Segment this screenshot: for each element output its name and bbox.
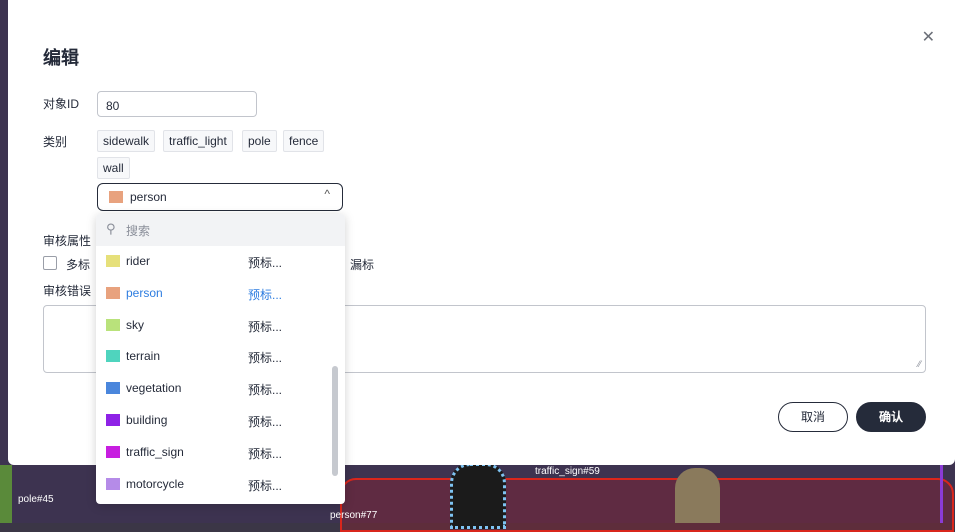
option-label: vegetation [126, 381, 182, 396]
review-attr-label: 审核属性 [43, 234, 92, 248]
search-icon: ⚲ [106, 221, 116, 236]
category-dropdown: ⚲ 搜索 rider 预标... person 预标... sky 预标... terrai… [96, 214, 345, 504]
color-swatch [106, 414, 120, 426]
canvas-label-pole: pole#45 [18, 494, 54, 505]
option-prelabel: 预标... [248, 351, 283, 366]
checkbox[interactable] [43, 256, 57, 270]
dropdown-option[interactable]: vegetation 预标... [96, 373, 331, 403]
canvas-car-region [340, 478, 954, 532]
object-id-label: 对象ID [43, 97, 80, 111]
canvas-person-region [450, 463, 506, 529]
chevron-up-icon: ^ [324, 187, 330, 201]
color-swatch [106, 382, 120, 395]
category-label: 类别 [43, 135, 68, 149]
color-swatch [106, 350, 120, 363]
option-prelabel: 预标... [248, 319, 283, 334]
dialog-title: 编辑 [43, 48, 79, 68]
canvas-pole-region [0, 465, 12, 523]
category-tag[interactable]: pole [242, 130, 277, 152]
dropdown-option[interactable]: person 预标... [96, 278, 331, 308]
canvas-region-edge [940, 465, 943, 523]
option-prelabel: 预标... [248, 415, 283, 429]
option-label: rider [126, 254, 151, 268]
dropdown-option[interactable]: sky 预标... [96, 310, 331, 340]
dropdown-option[interactable]: building 预标... [96, 405, 331, 435]
option-prelabel: 预标... [248, 287, 283, 302]
category-tag[interactable]: wall [97, 157, 130, 179]
resize-handle-icon[interactable]: ⁄⁄ [918, 359, 921, 369]
category-tag[interactable]: sidewalk [97, 130, 156, 152]
canvas-animal-region [675, 468, 720, 523]
category-tag[interactable]: fence [283, 130, 325, 152]
color-swatch [106, 445, 120, 458]
category-tag[interactable]: traffic_light [163, 130, 233, 152]
color-swatch [106, 477, 120, 490]
option-prelabel: 预标... [248, 446, 283, 461]
close-icon[interactable]: ✕ [922, 27, 935, 47]
option-prelabel: 预标... [248, 478, 283, 493]
color-swatch [106, 318, 120, 331]
category-select[interactable]: person ^ [97, 183, 343, 211]
search-input[interactable]: 搜索 [126, 222, 150, 239]
dropdown-option[interactable]: terrain 预标... [96, 341, 331, 371]
option-label: traffic_sign [126, 444, 184, 459]
cancel-button[interactable]: 取消 [778, 402, 848, 432]
option-prelabel: 预标... [248, 256, 283, 270]
checkbox-label: 多标 [66, 258, 91, 272]
option-label: motorcycle [126, 476, 185, 491]
canvas-label-traffic-sign: traffic_sign#59 [535, 466, 600, 477]
canvas-label-person: person#77 [330, 510, 378, 521]
category-color-swatch [109, 191, 123, 203]
review-error-label: 审核错误 [43, 284, 92, 298]
confirm-button[interactable]: 确认 [856, 402, 926, 432]
category-select-value: person [130, 190, 167, 204]
dropdown-scrollbar[interactable] [332, 366, 338, 476]
dropdown-option[interactable]: motorcycle 预标... [96, 469, 331, 499]
option-prelabel: 预标... [248, 383, 283, 398]
color-swatch [106, 255, 120, 267]
option-label: building [126, 413, 168, 427]
dropdown-search[interactable]: ⚲ 搜索 [96, 214, 345, 246]
dropdown-option[interactable]: rider 预标... [96, 246, 331, 276]
option-label: sky [126, 317, 144, 332]
checkbox-label-missing: 漏标 [350, 258, 375, 272]
dropdown-option[interactable]: traffic_sign 预标... [96, 437, 331, 467]
option-label: terrain [126, 349, 161, 364]
object-id-input[interactable]: 80 [97, 91, 257, 117]
option-label: person [126, 285, 163, 300]
color-swatch [106, 286, 120, 299]
